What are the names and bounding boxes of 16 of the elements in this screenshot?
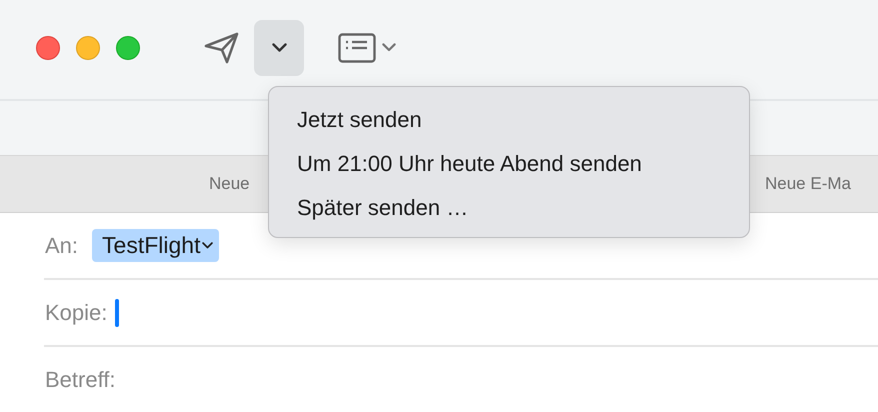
minimize-button[interactable]	[76, 36, 100, 60]
menu-item[interactable]: Jetzt senden	[269, 98, 749, 142]
menu-item[interactable]: Um 21:00 Uhr heute Abend senden	[269, 142, 749, 186]
field-label: Kopie:	[45, 300, 108, 326]
recipient-token[interactable]: TestFlight	[92, 229, 220, 262]
menu-item[interactable]: Später senden …	[269, 186, 749, 230]
field-label: Betreff:	[45, 366, 116, 392]
chevron-down-icon	[272, 43, 286, 52]
close-button[interactable]	[36, 36, 60, 60]
chevron-down-icon	[382, 43, 396, 52]
paper-plane-icon	[204, 30, 240, 64]
chevron-down-icon	[202, 242, 214, 249]
format-bar-icon	[338, 32, 376, 62]
zoom-button[interactable]	[116, 36, 140, 60]
text-cursor	[115, 298, 120, 326]
field-label: An:	[45, 232, 78, 258]
